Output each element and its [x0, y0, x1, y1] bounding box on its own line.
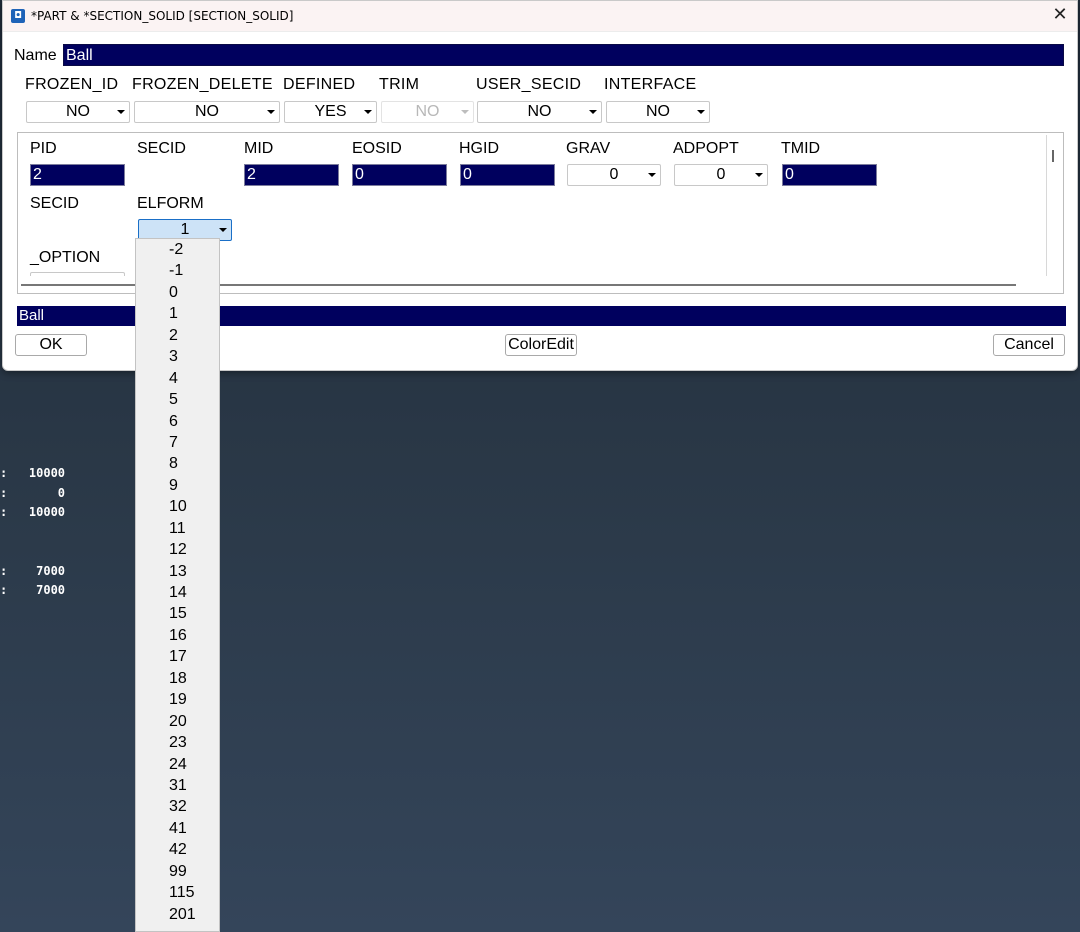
elform-option[interactable]: 18	[136, 668, 219, 689]
interface-select[interactable]: NO	[606, 101, 710, 123]
title-bar[interactable]: ◘ *PART & *SECTION_SOLID [SECTION_SOLID]…	[3, 1, 1077, 32]
name-label: Name	[14, 47, 57, 64]
console-line: : 10000	[0, 466, 66, 480]
elform-option[interactable]: 15	[136, 603, 219, 624]
mid-label: MID	[244, 140, 274, 157]
chevron-down-icon	[219, 228, 227, 232]
defined-value: YES	[314, 103, 347, 120]
elform-option[interactable]: 23	[136, 732, 219, 753]
user-secid-select[interactable]: NO	[477, 101, 602, 123]
ok-button[interactable]: OK	[15, 334, 87, 356]
elform-option[interactable]: 10	[136, 496, 219, 517]
elform-option[interactable]: 14	[136, 582, 219, 603]
chevron-down-icon	[364, 110, 372, 114]
defined-select[interactable]: YES	[284, 101, 377, 123]
interface-value: NO	[646, 103, 670, 120]
elform-option[interactable]: 12	[136, 539, 219, 560]
hgid-label: HGID	[459, 140, 499, 157]
console-line: : 10000	[0, 505, 66, 520]
elform-option[interactable]: 24	[136, 754, 219, 775]
chevron-down-icon	[648, 173, 656, 177]
elform-option[interactable]: 17	[136, 646, 219, 667]
elform-value: 1	[180, 221, 190, 238]
defined-label: DEFINED	[283, 76, 356, 93]
mid-input[interactable]: 2	[244, 164, 339, 186]
option-label: _OPTION	[30, 249, 101, 266]
elform-option[interactable]: 7	[136, 432, 219, 453]
elform-option[interactable]: 0	[136, 282, 219, 303]
chevron-down-icon	[117, 110, 125, 114]
adpopt-label: ADPOPT	[673, 140, 739, 157]
grav-value: 0	[609, 166, 619, 183]
section-secid-label: SECID	[30, 195, 79, 212]
console-line: : 7000	[0, 563, 66, 578]
elform-option[interactable]: 1	[136, 303, 219, 324]
tmid-label: TMID	[781, 140, 821, 157]
elform-option[interactable]: 3	[136, 346, 219, 367]
console-line: : 7000	[0, 583, 66, 598]
pid-label: PID	[30, 140, 57, 157]
chevron-down-icon	[755, 173, 763, 177]
elform-option[interactable]: 31	[136, 775, 219, 796]
elform-option[interactable]: -1	[136, 260, 219, 281]
elform-option[interactable]: 13	[136, 561, 219, 582]
frozen-delete-select[interactable]: NO	[134, 101, 280, 123]
elform-option[interactable]: 8	[136, 453, 219, 474]
frozen-id-label: FROZEN_ID	[25, 76, 119, 93]
chevron-down-icon	[589, 110, 597, 114]
background-console: : 10000 : 0 : 10000 : 7000 : 7000	[0, 464, 65, 601]
user-secid-label: USER_SECID	[476, 76, 582, 93]
tmid-input[interactable]: 0	[782, 164, 877, 186]
name-input[interactable]: Ball	[63, 44, 1064, 66]
app-logo-icon: ◘	[11, 9, 25, 23]
frozen-delete-label: FROZEN_DELETE	[132, 76, 273, 93]
frozen-id-select[interactable]: NO	[26, 101, 130, 123]
elform-option[interactable]: 9	[136, 475, 219, 496]
elform-option[interactable]: 20	[136, 711, 219, 732]
pid-input[interactable]: 2	[30, 164, 125, 186]
elform-option[interactable]: 201	[136, 904, 219, 925]
eosid-label: EOSID	[352, 140, 402, 157]
trim-select: NO	[381, 101, 474, 123]
elform-option[interactable]: 19	[136, 689, 219, 710]
elform-option[interactable]: 2	[136, 325, 219, 346]
frozen-delete-value: NO	[195, 103, 219, 120]
elform-option[interactable]: 16	[136, 625, 219, 646]
frozen-id-value: NO	[66, 103, 90, 120]
elform-option[interactable]: -2	[136, 239, 219, 260]
eosid-input[interactable]: 0	[352, 164, 447, 186]
window-title: *PART & *SECTION_SOLID [SECTION_SOLID]	[31, 9, 294, 23]
chevron-down-icon	[697, 110, 705, 114]
elform-label: ELFORM	[137, 195, 204, 212]
adpopt-select[interactable]: 0	[674, 164, 768, 186]
console-line: : 0	[0, 485, 66, 500]
interface-label: INTERFACE	[604, 76, 697, 93]
trim-label: TRIM	[379, 76, 420, 93]
chevron-down-icon	[267, 110, 275, 114]
trim-value: NO	[415, 103, 440, 120]
name-row: Name Ball	[14, 44, 1066, 68]
secid-label: SECID	[137, 140, 186, 157]
coloredit-button[interactable]: ColorEdit	[505, 334, 577, 356]
elform-dropdown-list: -2 -1 0 1 2 3 4 5 6 7 8 9 10 11 12 13 14 15 16 17 18 19 20 23 24…	[135, 238, 220, 932]
adpopt-value: 0	[716, 166, 726, 183]
option-select[interactable]	[30, 272, 125, 276]
elform-option[interactable]: 4	[136, 368, 219, 389]
cancel-button[interactable]: Cancel	[993, 334, 1065, 356]
grav-label: GRAV	[566, 140, 611, 157]
elform-option[interactable]: 11	[136, 518, 219, 539]
elform-option[interactable]: 41	[136, 818, 219, 839]
elform-option[interactable]: 42	[136, 839, 219, 860]
vertical-scrollbar[interactable]	[1052, 150, 1054, 162]
hgid-input[interactable]: 0	[460, 164, 555, 186]
elform-option[interactable]: 99	[136, 861, 219, 882]
chevron-down-icon	[461, 110, 469, 114]
close-icon[interactable]: ✕	[1049, 4, 1071, 26]
elform-option[interactable]: 6	[136, 411, 219, 432]
elform-option[interactable]: 115	[136, 882, 219, 903]
user-secid-value: NO	[527, 103, 552, 120]
grav-select[interactable]: 0	[567, 164, 661, 186]
elform-option[interactable]: 32	[136, 796, 219, 817]
elform-option[interactable]: 5	[136, 389, 219, 410]
